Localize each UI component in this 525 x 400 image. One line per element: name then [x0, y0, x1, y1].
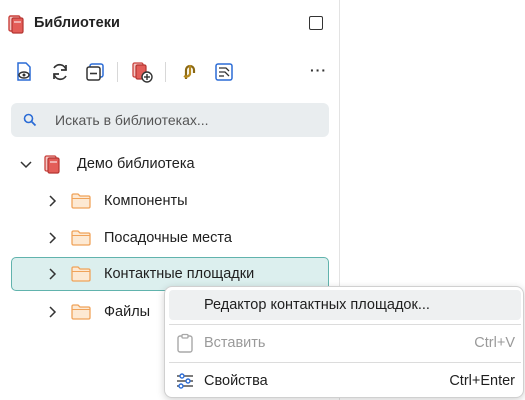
library-toolbar: ··· [0, 56, 340, 88]
library-books-icon [8, 14, 24, 34]
link-button[interactable] [177, 60, 201, 84]
chevron-down-icon[interactable] [20, 157, 32, 169]
menu-item-label: Вставить [204, 335, 266, 351]
chevron-right-icon[interactable] [46, 231, 58, 244]
context-menu: Редактор контактных площадок... Вставить… [164, 286, 524, 398]
chevron-right-icon[interactable] [46, 305, 58, 318]
chevron-right-icon[interactable] [46, 194, 58, 207]
clipboard-icon [175, 333, 195, 353]
tree-root-library[interactable]: Демо библиотека [11, 147, 329, 181]
view-library-button[interactable] [12, 60, 36, 84]
tree-item-label: Демо библиотека [77, 156, 195, 172]
component-view-button[interactable] [212, 60, 236, 84]
panel-header: Библиотеки [0, 0, 340, 48]
folder-icon [71, 230, 91, 246]
search-input[interactable] [55, 110, 315, 130]
library-add-icon [132, 62, 153, 83]
tree-item-label: Файлы [104, 304, 151, 320]
add-library-button[interactable] [130, 60, 154, 84]
menu-item-label: Свойства [204, 373, 268, 389]
tree-item-components[interactable]: Компоненты [11, 184, 329, 218]
sliders-icon [175, 371, 195, 391]
menu-item-properties[interactable]: Свойства Ctrl+Enter [169, 366, 521, 396]
maximize-icon[interactable] [309, 16, 323, 30]
tree-item-label: Контактные площадки [104, 266, 255, 282]
refresh-button[interactable] [48, 60, 72, 84]
tree-item-label: Компоненты [104, 193, 188, 209]
menu-item-paste[interactable]: Вставить Ctrl+V [169, 328, 521, 358]
toolbar-divider [165, 62, 166, 82]
folder-icon [71, 266, 91, 282]
folder-icon [71, 193, 91, 209]
menu-item-label: Редактор контактных площадок... [204, 297, 430, 313]
chevron-right-icon[interactable] [46, 267, 58, 280]
menu-item-pad-editor[interactable]: Редактор контактных площадок... [169, 290, 521, 320]
tree-item-label: Посадочные места [104, 230, 232, 246]
panel-title: Библиотеки [34, 15, 120, 31]
collapse-all-button[interactable] [83, 60, 107, 84]
more-options-button[interactable]: ··· [310, 62, 327, 78]
refresh-icon [53, 63, 67, 81]
menu-item-shortcut: Ctrl+Enter [449, 373, 515, 389]
tree-item-footprints[interactable]: Посадочные места [11, 221, 329, 255]
library-search [11, 103, 329, 137]
component-image-icon [215, 63, 233, 81]
search-icon [23, 113, 37, 127]
menu-item-shortcut: Ctrl+V [474, 335, 515, 351]
chain-link-icon [183, 64, 196, 79]
folder-icon [71, 304, 91, 320]
toolbar-divider [117, 62, 118, 82]
menu-divider [169, 324, 521, 325]
library-books-icon [44, 154, 62, 174]
document-eye-icon [17, 62, 31, 81]
collapse-all-icon [86, 63, 104, 81]
menu-divider [169, 362, 521, 363]
